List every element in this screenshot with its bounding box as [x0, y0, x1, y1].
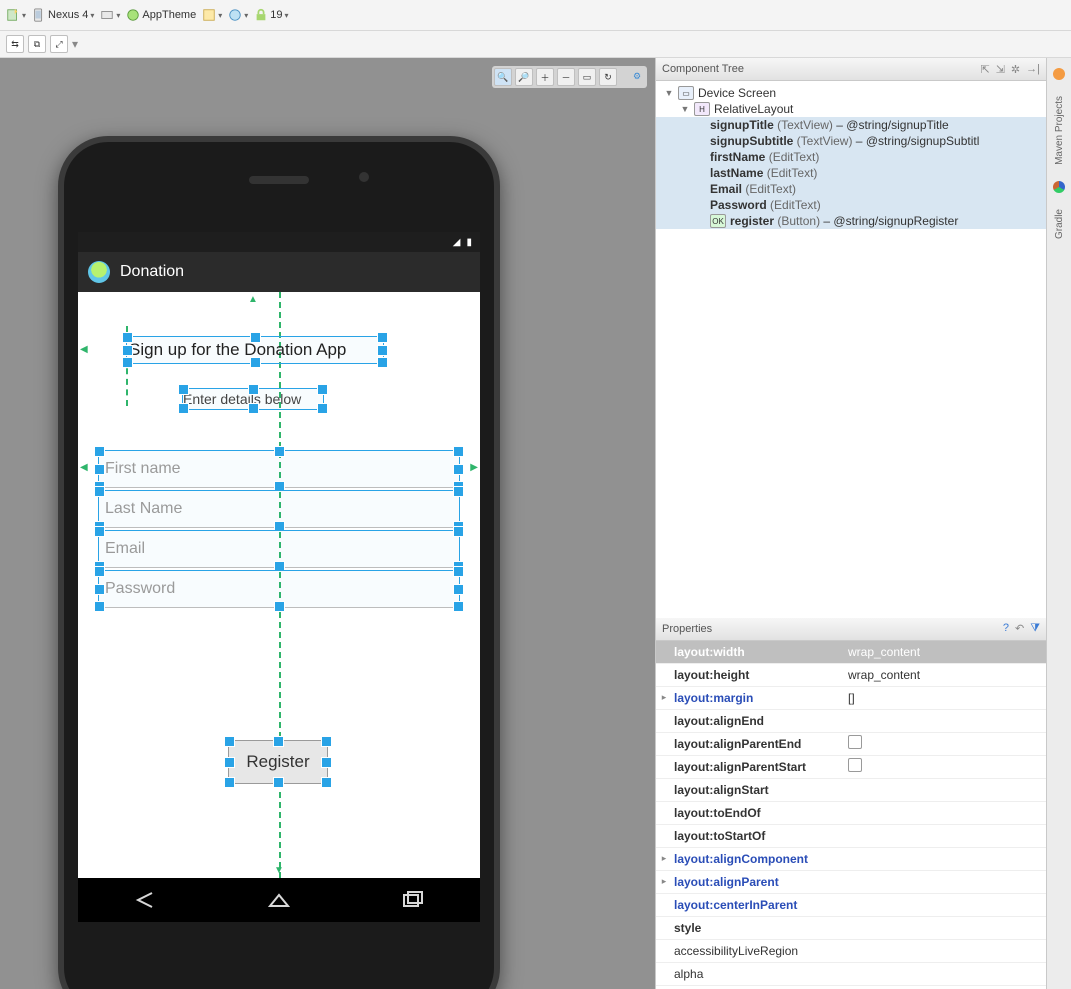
- checkbox[interactable]: [848, 735, 862, 749]
- properties-header: Properties ? ↶ ⧩: [656, 618, 1046, 641]
- app-root: ▾ Nexus 4▾ ▾ AppTheme ▾ ▾ 19▾ ⇆ ⧉ ⤢ ▾ 🔍 …: [0, 0, 1071, 989]
- property-row[interactable]: accessibilityLiveRegion: [656, 940, 1046, 963]
- device-frame: ◢ ▮ Donation Sign up for the Donation Ap…: [58, 136, 500, 989]
- gradle-icon[interactable]: [1053, 181, 1065, 193]
- tree-hide-icon[interactable]: →|: [1026, 63, 1040, 76]
- maven-icon[interactable]: [1053, 68, 1065, 80]
- properties-table[interactable]: layout:widthwrap_contentlayout:heightwra…: [656, 641, 1046, 989]
- property-row[interactable]: ▸layout:alignParent: [656, 871, 1046, 894]
- widget-password[interactable]: Password: [98, 570, 460, 608]
- property-row[interactable]: ▸layout:alignComponent: [656, 848, 1046, 871]
- status-bar: ◢ ▮: [78, 232, 480, 252]
- property-row[interactable]: layout:alignEnd: [656, 710, 1046, 733]
- settings-gear-icon[interactable]: ⚙: [629, 68, 645, 84]
- app-title: Donation: [120, 263, 184, 281]
- zoom-in-button[interactable]: ＋: [536, 68, 554, 86]
- properties-panel: layout:widthwrap_contentlayout:heightwra…: [656, 641, 1046, 989]
- widget-register-button[interactable]: Register: [228, 740, 328, 784]
- tree-collapse-icon[interactable]: ⇲: [996, 63, 1005, 76]
- wifi-icon: ◢: [453, 237, 461, 248]
- property-row[interactable]: layout:heightwrap_content: [656, 664, 1046, 687]
- tree-row[interactable]: firstName (EditText): [656, 149, 1046, 165]
- component-tree[interactable]: ▼▭Device Screen▼HRelativeLayoutsignupTit…: [656, 81, 1046, 269]
- maven-tab[interactable]: Maven Projects: [1054, 96, 1065, 165]
- toggle-size-button[interactable]: ⧉: [28, 35, 46, 53]
- android-navbar: [78, 878, 480, 922]
- theme-dropdown[interactable]: AppTheme: [126, 8, 196, 22]
- design-toolbar: ▾ Nexus 4▾ ▾ AppTheme ▾ ▾ 19▾: [0, 0, 1071, 31]
- tree-row[interactable]: signupTitle (TextView) – @string/signupT…: [656, 117, 1046, 133]
- zoom-out-button[interactable]: －: [557, 68, 575, 86]
- property-row[interactable]: layout:toEndOf: [656, 802, 1046, 825]
- property-row[interactable]: layout:alignParentEnd: [656, 733, 1046, 756]
- property-row[interactable]: alpha: [656, 963, 1046, 986]
- orientation-dropdown[interactable]: ▾: [100, 8, 120, 22]
- property-row[interactable]: background: [656, 986, 1046, 989]
- widget-email[interactable]: Email: [98, 530, 460, 568]
- widget-signup-title[interactable]: Sign up for the Donation App: [126, 336, 384, 364]
- new-layout-dropdown[interactable]: ▾: [6, 8, 26, 22]
- expand-button[interactable]: ⤢: [50, 35, 68, 53]
- widget-last-name[interactable]: Last Name: [98, 490, 460, 528]
- component-tree-header: Component Tree ⇱ ⇲ ✲ →|: [656, 58, 1046, 81]
- view-toolbar: ⇆ ⧉ ⤢ ▾: [0, 31, 1071, 58]
- zoom-fit-button[interactable]: ▭: [578, 68, 596, 86]
- locale-dropdown[interactable]: ▾: [228, 8, 248, 22]
- widget-signup-subtitle[interactable]: Enter details below: [182, 388, 324, 410]
- revert-icon[interactable]: ↶: [1015, 622, 1024, 635]
- zoom-select-button[interactable]: 🔍: [494, 68, 512, 86]
- property-row[interactable]: layout:toStartOf: [656, 825, 1046, 848]
- app-icon: [88, 261, 110, 283]
- filter-icon[interactable]: ⧩: [1030, 622, 1040, 635]
- device-screen: ◢ ▮ Donation Sign up for the Donation Ap…: [78, 232, 480, 922]
- refresh-button[interactable]: ↻: [599, 68, 617, 86]
- home-icon: [266, 890, 292, 910]
- property-row[interactable]: layout:widthwrap_content: [656, 641, 1046, 664]
- layout-surface[interactable]: Sign up for the Donation App ◀ ▲ Enter d…: [78, 292, 480, 878]
- main-split: 🔍 🔎 ＋ － ▭ ↻ ⚙ ◢ ▮: [0, 58, 1071, 989]
- app-bar: Donation: [78, 252, 480, 292]
- show-constraints-button[interactable]: ⇆: [6, 35, 24, 53]
- tree-expand-icon[interactable]: ⇱: [980, 63, 989, 76]
- tree-row[interactable]: Password (EditText): [656, 197, 1046, 213]
- property-row[interactable]: layout:alignStart: [656, 779, 1046, 802]
- property-row[interactable]: ▸layout:margin[]: [656, 687, 1046, 710]
- tree-row[interactable]: signupSubtitle (TextView) – @string/sign…: [656, 133, 1046, 149]
- property-row[interactable]: layout:alignParentStart: [656, 756, 1046, 779]
- battery-icon: ▮: [466, 237, 472, 248]
- back-icon: [132, 890, 158, 910]
- widget-first-name[interactable]: First name: [98, 450, 460, 488]
- recents-icon: [400, 890, 426, 910]
- property-row[interactable]: style: [656, 917, 1046, 940]
- checkbox[interactable]: [848, 758, 862, 772]
- activity-dropdown[interactable]: ▾: [202, 8, 222, 22]
- device-speaker: [249, 176, 309, 184]
- help-icon[interactable]: ?: [1003, 622, 1009, 635]
- tree-row[interactable]: OKregister (Button) – @string/signupRegi…: [656, 213, 1046, 229]
- tree-row[interactable]: ▼HRelativeLayout: [656, 101, 1046, 117]
- right-panels: Component Tree ⇱ ⇲ ✲ →| ▼▭Device Screen▼…: [655, 58, 1046, 989]
- zoom-actual-button[interactable]: 🔎: [515, 68, 533, 86]
- design-canvas[interactable]: 🔍 🔎 ＋ － ▭ ↻ ⚙ ◢ ▮: [0, 58, 655, 989]
- device-camera: [359, 172, 369, 182]
- api-dropdown[interactable]: 19▾: [254, 8, 288, 22]
- tree-row[interactable]: lastName (EditText): [656, 165, 1046, 181]
- tool-window-gutter: Maven Projects Gradle: [1046, 58, 1071, 989]
- tree-row[interactable]: Email (EditText): [656, 181, 1046, 197]
- device-dropdown[interactable]: Nexus 4▾: [32, 8, 94, 22]
- property-row[interactable]: layout:centerInParent: [656, 894, 1046, 917]
- tree-settings-icon[interactable]: ✲: [1011, 63, 1020, 76]
- canvas-zoom-toolbar: 🔍 🔎 ＋ － ▭ ↻ ⚙: [492, 66, 647, 88]
- gradle-tab[interactable]: Gradle: [1054, 209, 1065, 239]
- tree-row[interactable]: ▼▭Device Screen: [656, 85, 1046, 101]
